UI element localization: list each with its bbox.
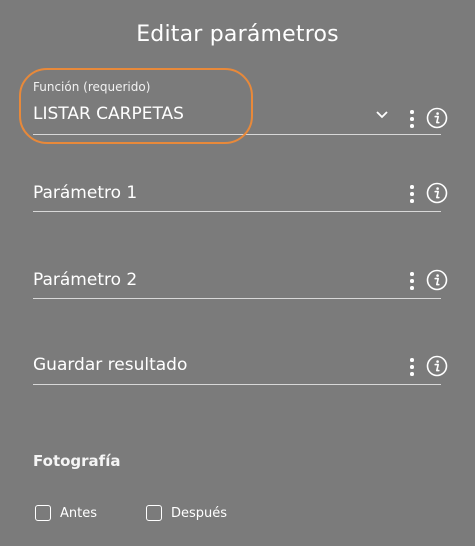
kebab-menu-icon[interactable]: [407, 109, 417, 129]
parametro2-placeholder: Parámetro 2: [33, 270, 138, 290]
funcion-underline: [33, 134, 441, 135]
kebab-menu-icon[interactable]: [407, 271, 417, 291]
funcion-value: LISTAR CARPETAS: [33, 104, 184, 124]
parametro2-input[interactable]: Parámetro 2: [33, 267, 448, 301]
funcion-select[interactable]: Función (requerido) LISTAR CARPETAS: [33, 80, 448, 136]
parametro2-underline: [33, 298, 441, 299]
kebab-menu-icon[interactable]: [407, 357, 417, 377]
despues-checkbox-box[interactable]: [146, 505, 162, 521]
guardar-resultado-placeholder: Guardar resultado: [33, 355, 188, 375]
kebab-menu-icon[interactable]: [407, 184, 417, 204]
info-icon[interactable]: [426, 355, 448, 377]
guardar-resultado-underline: [33, 384, 441, 385]
info-icon[interactable]: [426, 269, 448, 291]
chevron-down-icon[interactable]: [375, 110, 389, 120]
funcion-label: Función (requerido): [33, 80, 151, 94]
despues-checkbox[interactable]: Después: [146, 505, 227, 521]
info-icon[interactable]: [426, 182, 448, 204]
parametro1-input[interactable]: Parámetro 1: [33, 180, 448, 214]
fotografia-heading: Fotografía: [33, 452, 121, 470]
antes-label: Antes: [60, 505, 98, 521]
parametro1-placeholder: Parámetro 1: [33, 183, 138, 203]
dialog-title: Editar parámetros: [136, 22, 339, 47]
parametro1-underline: [33, 211, 441, 212]
despues-label: Después: [171, 505, 228, 521]
info-icon[interactable]: [426, 107, 448, 129]
antes-checkbox[interactable]: Antes: [35, 505, 97, 521]
guardar-resultado-input[interactable]: Guardar resultado: [33, 352, 448, 386]
antes-checkbox-box[interactable]: [35, 505, 51, 521]
